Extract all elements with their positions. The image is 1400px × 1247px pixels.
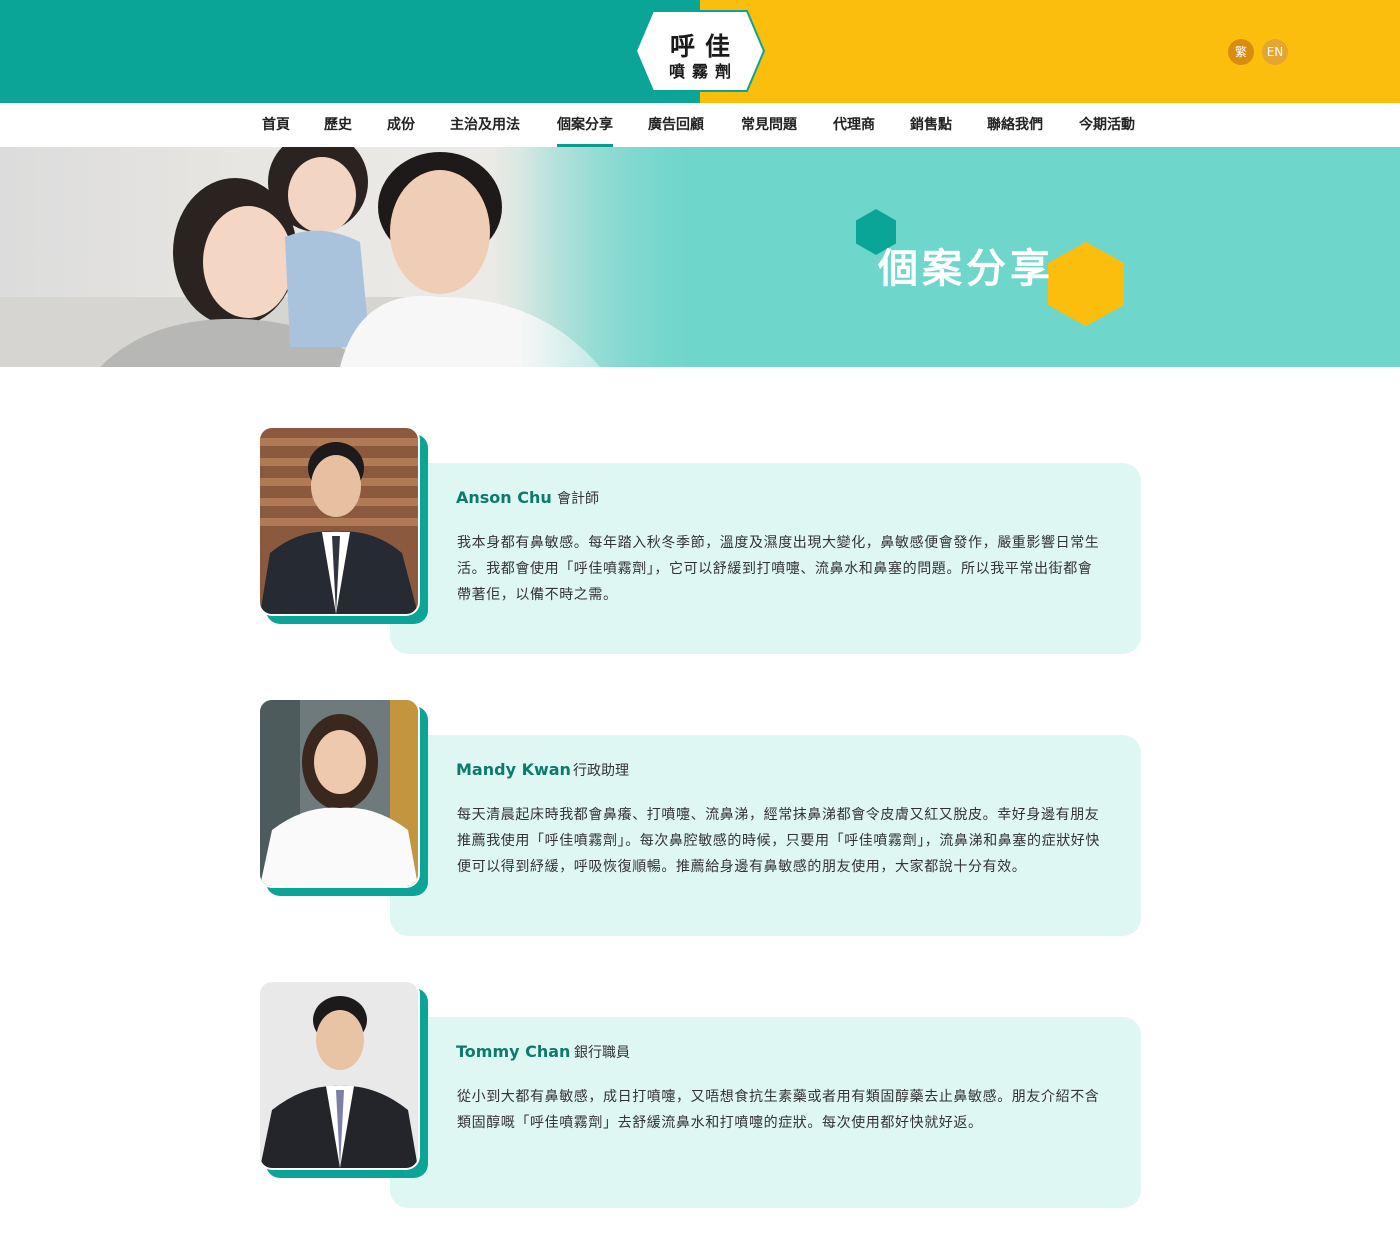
avatar — [258, 980, 420, 1170]
nav-item-stores[interactable]: 銷售點 — [910, 103, 952, 147]
logo-text-sub: 噴霧劑 — [668, 62, 738, 81]
nav-item-ads[interactable]: 廣告回顧 — [648, 103, 704, 147]
case-card: Mandy Kwan 行政助理 每天清晨起床時我都會鼻癢、打噴嚏、流鼻涕，經常抹… — [258, 698, 1142, 936]
nav-item-contact[interactable]: 聯絡我們 — [987, 103, 1043, 147]
page-title: 個案分享 — [878, 246, 1054, 292]
case-name: Tommy Chan — [456, 1042, 571, 1061]
main-nav: 首頁 歷史 成份 主治及用法 個案分享 廣告回顧 常見問題 代理商 銷售點 聯絡… — [0, 103, 1400, 147]
case-card: Tommy Chan 銀行職員 從小到大都有鼻敏感，成日打噴嚏，又唔想食抗生素藥… — [258, 980, 1142, 1208]
avatar-photo — [260, 428, 418, 614]
nav-item-faq[interactable]: 常見問題 — [741, 103, 797, 147]
banner-fade — [520, 147, 720, 367]
page-banner: 個案分享 — [0, 147, 1400, 367]
lang-en-button[interactable]: EN — [1262, 39, 1288, 65]
case-role: 行政助理 — [573, 763, 629, 779]
case-name: Anson Chu — [456, 488, 552, 507]
portrait-tommy — [260, 982, 418, 1168]
avatar — [258, 698, 420, 888]
case-card: Anson Chu 會計師 我本身都有鼻敏感。每年踏入秋冬季節，溫度及濕度出現大… — [258, 426, 1142, 654]
lang-zh-button[interactable]: 繁 — [1228, 39, 1254, 65]
avatar-photo — [260, 700, 418, 886]
nav-item-home[interactable]: 首頁 — [262, 103, 290, 147]
case-role: 會計師 — [557, 491, 599, 507]
portrait-anson — [260, 428, 418, 614]
case-role: 銀行職員 — [574, 1045, 630, 1061]
yellow-hexagon-decor — [1048, 242, 1124, 326]
case-name: Mandy Kwan — [456, 760, 571, 779]
portrait-mandy — [260, 700, 418, 886]
avatar-photo — [260, 982, 418, 1168]
nav-item-agents[interactable]: 代理商 — [833, 103, 875, 147]
nav-item-history[interactable]: 歷史 — [324, 103, 352, 147]
nav-item-ingredients[interactable]: 成份 — [387, 103, 415, 147]
header-teal-band — [0, 0, 700, 103]
avatar — [258, 426, 420, 616]
nav-item-usage[interactable]: 主治及用法 — [450, 103, 520, 147]
site-header: 呼佳 噴霧劑 繁 EN — [0, 0, 1400, 103]
nav-item-cases[interactable]: 個案分享 — [557, 103, 613, 147]
brand-logo[interactable]: 呼佳 噴霧劑 — [635, 10, 765, 92]
header-yellow-band — [700, 0, 1400, 103]
nav-item-events[interactable]: 今期活動 — [1079, 103, 1135, 147]
case-testimonial: 從小到大都有鼻敏感，成日打噴嚏，又唔想食抗生素藥或者用有類固醇藥去止鼻敏感。朋友… — [457, 1089, 1100, 1131]
case-testimonial: 我本身都有鼻敏感。每年踏入秋冬季節，溫度及濕度出現大變化，鼻敏感便會發作，嚴重影… — [457, 535, 1100, 603]
case-testimonial: 每天清晨起床時我都會鼻癢、打噴嚏、流鼻涕，經常抹鼻涕都會令皮膚又紅又脫皮。幸好身… — [457, 807, 1100, 875]
